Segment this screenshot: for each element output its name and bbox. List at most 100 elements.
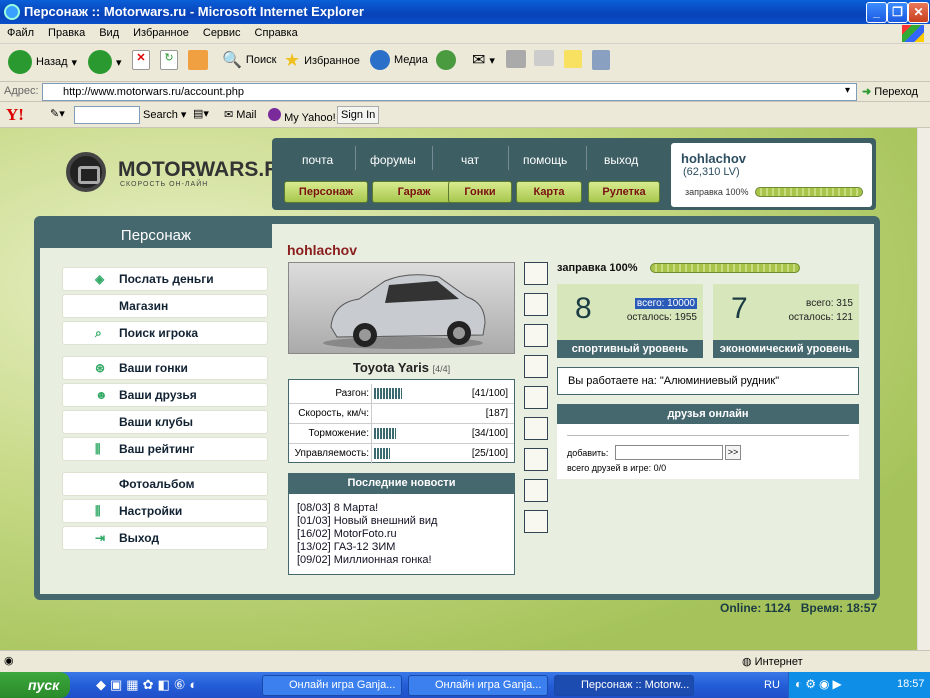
mail-button[interactable]: ✉ ▾ [472,50,495,70]
yahoo-mail-button[interactable]: ✉ Mail [224,108,256,121]
turbo-part-icon[interactable] [524,448,548,471]
user-name[interactable]: hohlachov [681,151,746,166]
nitro-part-icon[interactable] [524,479,548,502]
news-list: [08/03] 8 Марта! [01/03] Новый внешний в… [288,493,515,575]
history-button[interactable] [436,50,456,70]
search-icon: 🔍 [222,52,242,69]
address-dropdown-icon[interactable]: ▾ [845,85,850,96]
chassis-part-icon[interactable] [524,510,548,533]
yahoo-search-button[interactable]: Search ▾ [143,108,186,121]
menu-edit[interactable]: Правка [41,24,92,42]
settings-icon: ⫼ [95,504,101,518]
menu-view[interactable]: Вид [92,24,126,42]
media-icon [370,50,390,70]
taskbar-item-active[interactable]: Персонаж :: Motorw... [554,675,694,696]
nav-mail[interactable]: почта [302,153,333,167]
quick-launch-icons[interactable]: ◆▣▦✿◧⑥◐ [96,677,201,693]
menu-favorites[interactable]: Избранное [126,24,196,42]
forward-button[interactable]: ▾ [88,50,122,74]
start-button[interactable]: пуск [0,672,70,698]
news-item[interactable]: [08/03] 8 Марта! [297,502,506,515]
menu-settings[interactable]: ⫼ Настройки [62,499,268,523]
car-illustration [323,274,486,349]
pencil-icon[interactable]: ✎▾ [50,107,65,120]
nav-garage-button[interactable]: Гараж [372,181,456,203]
nav-logout[interactable]: выход [604,153,638,167]
car-image[interactable] [288,262,515,354]
edit-icon [534,50,554,66]
news-header: Последние новости [288,473,515,493]
research-icon [592,50,610,70]
research-button[interactable] [592,50,610,70]
menu-tools[interactable]: Сервис [196,24,248,42]
refresh-button[interactable]: ↻ [160,50,178,70]
internet-zone: ◍ Интернет [742,656,803,668]
brake-part-icon[interactable] [524,386,548,409]
yahoo-logo[interactable]: Y! [6,105,24,125]
vertical-scrollbar[interactable] [917,128,930,650]
nav-help[interactable]: помощь [523,153,567,167]
menu-exit[interactable]: ⇥ Выход [62,526,268,550]
nav-chat[interactable]: чат [461,153,479,167]
address-input[interactable]: http://www.motorwars.ru/account.php [42,83,857,101]
menu-your-friends[interactable]: ☻ Ваши друзья [62,383,268,407]
my-yahoo-icon [268,108,281,121]
menu-your-rating[interactable]: ⫼ Ваш рейтинг [62,437,268,461]
menu-your-races[interactable]: ⊛ Ваши гонки [62,356,268,380]
maximize-button[interactable]: ❐ [887,2,908,23]
tray-icons[interactable]: ◐⚙◉▶ [795,677,845,691]
print-button[interactable] [506,50,526,68]
engine-part-icon[interactable] [524,324,548,347]
yahoo-search-input[interactable] [74,106,140,124]
taskbar-item[interactable]: Онлайн игра Ganja... [262,675,402,696]
nav-forums[interactable]: форумы [370,153,416,167]
mail-icon: ✉ [472,52,486,69]
tire-part-icon[interactable] [524,293,548,316]
my-yahoo-button[interactable]: My Yahoo! [268,108,336,124]
address-label: Адрес: [4,85,39,97]
menu-send-money[interactable]: ◈ Послать деньги [62,267,268,291]
favorites-button[interactable]: ★ Избранное [284,50,360,71]
minimize-button[interactable]: _ [866,2,887,23]
nav-map-button[interactable]: Карта [516,181,582,203]
suspension-part-icon[interactable] [524,262,548,285]
language-indicator[interactable]: RU [764,679,780,691]
user-box: hohlachov (62,310 LV) заправка 100% [671,143,872,207]
window-title: Персонаж :: Motorwars.ru - Microsoft Int… [24,4,364,19]
news-item[interactable]: [13/02] ГАЗ-12 ЗИМ [297,541,506,554]
character-name: hohlachov [287,242,358,258]
media-button[interactable]: Медиа [370,50,428,70]
menu-find-player[interactable]: ⌕ Поиск игрока [62,321,268,345]
taskbar-item[interactable]: Онлайн игра Ganja... [408,675,548,696]
stat-bar [374,388,402,399]
news-item[interactable]: [09/02] Миллионная гонка! [297,554,506,567]
edit-button[interactable] [534,50,554,66]
back-button[interactable]: Назад ▾ [8,50,77,74]
exhaust-part-icon[interactable] [524,355,548,378]
news-item[interactable]: [16/02] MotorFoto.ru [297,528,506,541]
panel-fuel-bar [650,263,800,273]
menu-photo-album[interactable]: Фотоальбом [62,472,268,496]
discuss-button[interactable] [564,50,582,68]
car-stats: Разгон: [41/100] Скорость, км/ч: [187] Тор… [288,379,515,464]
menu-your-clubs[interactable]: Ваши клубы [62,410,268,434]
add-friend-input[interactable] [615,445,723,460]
nav-races-button[interactable]: Гонки [448,181,512,203]
menu-help[interactable]: Справка [248,24,305,42]
go-button[interactable]: ➜ Переход [862,85,918,98]
yahoo-window-icon[interactable]: ▤▾ [193,107,209,120]
stop-button[interactable]: ✕ [132,50,150,70]
search-icon: ⌕ [95,326,102,340]
sign-in-button[interactable]: Sign In [337,106,380,124]
menu-file[interactable]: Файл [0,24,41,42]
nav-character-button[interactable]: Персонаж [284,181,368,203]
home-button[interactable] [188,50,208,70]
news-item[interactable]: [01/03] Новый внешний вид [297,515,506,528]
site-logo[interactable]: MOTORWARS.RU СКОРОСТЬ ОН-ЛАЙН [62,150,295,198]
search-button[interactable]: 🔍 Поиск [222,50,276,70]
gearbox-part-icon[interactable] [524,417,548,440]
close-button[interactable]: ✕ [908,2,929,23]
add-friend-button[interactable]: >> [725,445,741,460]
nav-roulette-button[interactable]: Рулетка [588,181,660,203]
menu-shop[interactable]: Магазин [62,294,268,318]
